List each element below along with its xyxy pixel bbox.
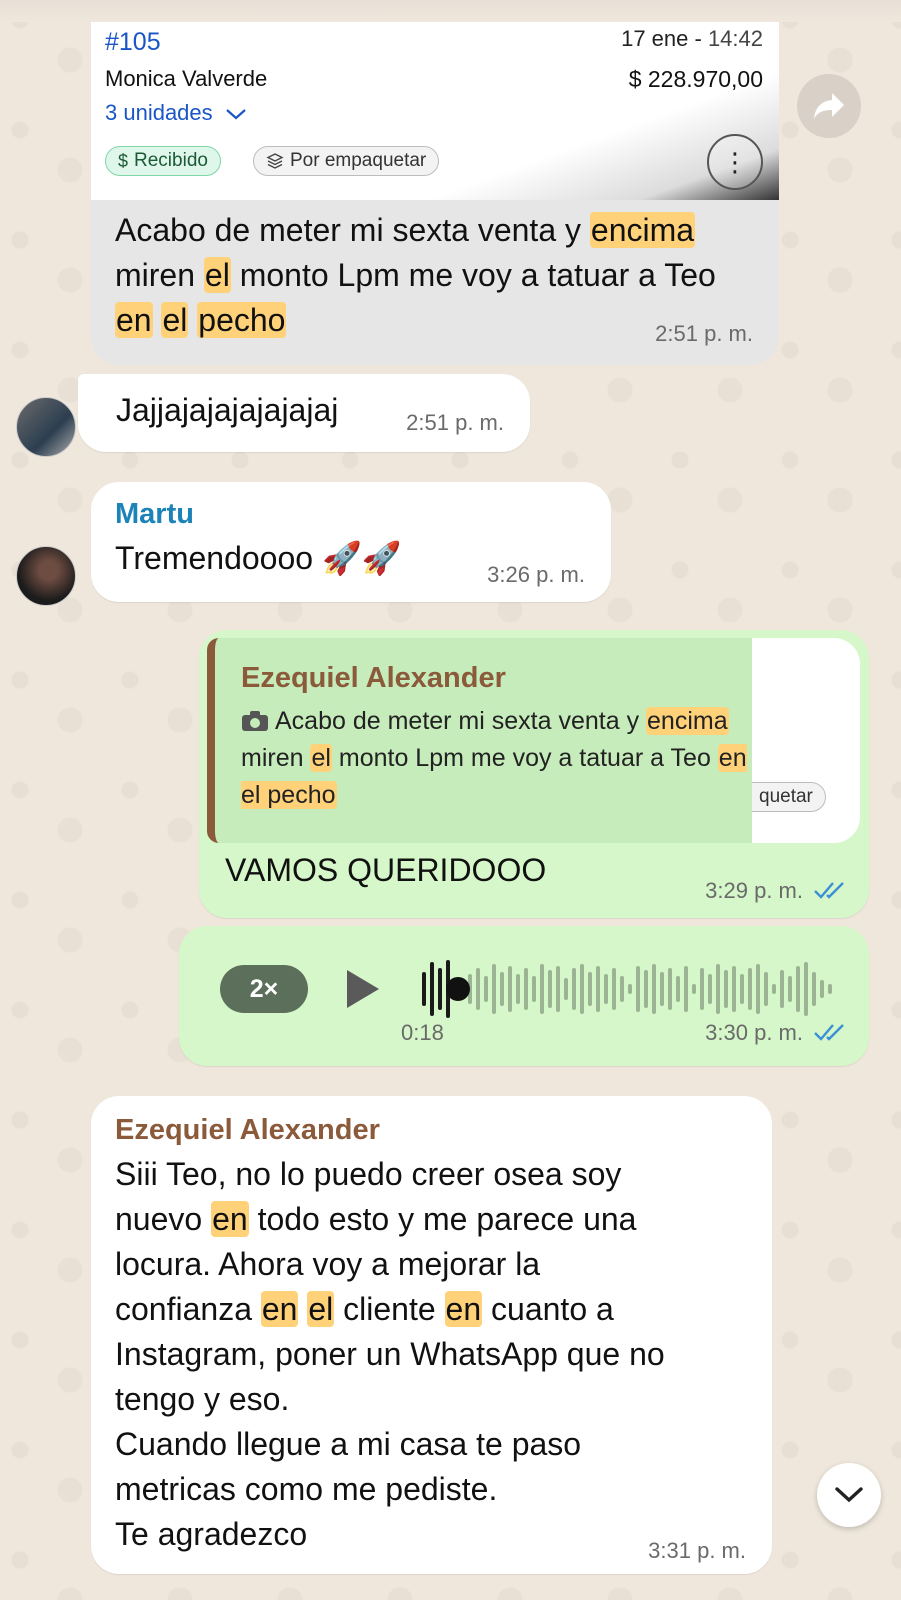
message-bubble-m2[interactable]: Jajjajajajajajajaj 2:51 p. m. [78,374,530,452]
quote-thumbnail[interactable]: quetar [752,638,860,843]
message-bubble-m3[interactable]: Martu Tremendoooo 🚀🚀 3:26 p. m. [91,482,611,602]
kebab-icon[interactable]: ⋮ [707,134,763,190]
forward-icon[interactable] [797,74,861,138]
order-amount: $ 228.970,00 [628,66,763,92]
order-units: 3 unidades [105,100,247,126]
message-text-m1: Acabo de meter mi sexta venta y encima m… [115,212,716,338]
chevron-down-icon [226,109,246,120]
order-date: 17 ene - 14:42 [621,26,763,51]
playback-position-handle [446,977,470,1001]
top-edge [0,0,901,22]
status-received-badge: $ Recibido [105,146,221,176]
box-icon [266,153,284,169]
message-time: 2:51 p. m. [406,410,504,435]
order-customer: Monica Valverde [105,66,268,91]
status-received-label: Recibido [134,150,208,171]
dollar-icon: $ [118,150,129,171]
audio-duration: 0:18 [401,1020,444,1045]
sender-name: Martu [115,498,194,530]
playback-speed-button[interactable]: 2× [220,965,308,1013]
status-pack-label: Por empaquetar [290,150,427,171]
order-card-image[interactable]: #105 17 ene - 14:42 Monica Valverde $ 22… [91,22,779,200]
camera-icon [242,711,268,731]
message-time: 3:31 p. m. [648,1538,746,1563]
message-text-m4: VAMOS QUERIDOOO [225,852,547,888]
message-time: 3:26 p. m. [487,562,585,587]
double-check-icon [814,1024,844,1041]
message-text-m2: Jajjajajajajajajaj [116,392,339,428]
quote-text: Acabo de meter mi sexta venta y encima m… [241,707,747,809]
message-time: 3:30 p. m. [705,1020,803,1045]
audio-waveform[interactable] [420,956,835,1022]
message-time: 2:51 p. m. [655,321,753,346]
avatar[interactable] [16,397,76,457]
scroll-down-icon[interactable] [817,1463,881,1527]
status-pack-badge: Por empaquetar [253,146,440,176]
play-icon[interactable] [347,970,379,1008]
double-check-icon [814,882,844,899]
message-time: 3:29 p. m. [705,878,803,903]
status-pack-fragment: quetar [752,782,826,812]
message-bubble-m1[interactable]: Acabo de meter mi sexta venta y encima m… [91,200,779,365]
message-text-m3: Tremendoooo 🚀🚀 [115,540,402,576]
sender-name: Ezequiel Alexander [115,1114,380,1146]
avatar[interactable] [16,546,76,606]
quote-sender: Ezequiel Alexander [241,662,506,694]
quoted-message[interactable]: Ezequiel Alexander Acabo de meter mi sex… [207,638,752,843]
message-text-m6: Siii Teo, no lo puedo creer osea soy nue… [115,1156,665,1552]
order-code: #105 [105,28,161,56]
message-bubble-m6[interactable]: Ezequiel Alexander Siii Teo, no lo puedo… [91,1096,772,1574]
